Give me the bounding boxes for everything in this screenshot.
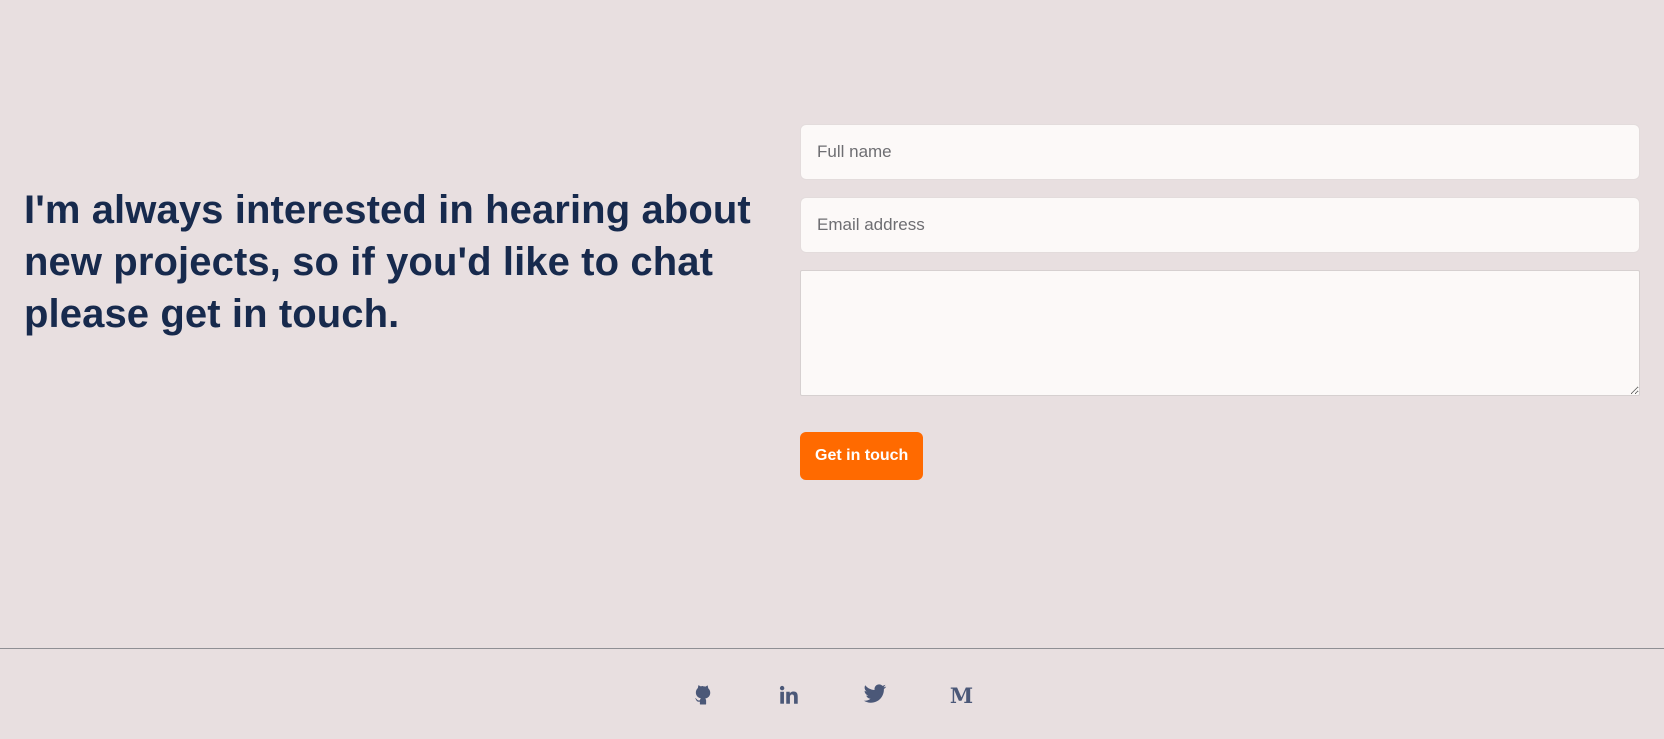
linkedin-link[interactable] [746, 677, 832, 713]
medium-link[interactable]: M [918, 677, 1004, 713]
github-link[interactable] [660, 677, 746, 713]
github-icon [695, 685, 711, 705]
social-item-linkedin [746, 677, 832, 713]
social-item-twitter [832, 677, 918, 713]
full-name-input[interactable] [800, 124, 1640, 180]
social-item-github [660, 677, 746, 713]
page: I'm always interested in hearing about n… [0, 0, 1664, 739]
message-textarea[interactable] [800, 270, 1640, 396]
footer: M [0, 648, 1664, 739]
get-in-touch-button[interactable]: Get in touch [800, 432, 924, 480]
linkedin-icon [779, 685, 798, 704]
twitter-icon [863, 684, 887, 703]
contact-section: I'm always interested in hearing about n… [0, 0, 1664, 648]
email-input[interactable] [800, 197, 1640, 253]
medium-icon: M [949, 682, 973, 708]
contact-heading: I'm always interested in hearing about n… [24, 188, 751, 336]
social-links: M [0, 677, 1664, 713]
twitter-link[interactable] [832, 677, 918, 713]
contact-form: Get in touch [800, 124, 1640, 480]
social-item-medium: M [918, 677, 1004, 713]
